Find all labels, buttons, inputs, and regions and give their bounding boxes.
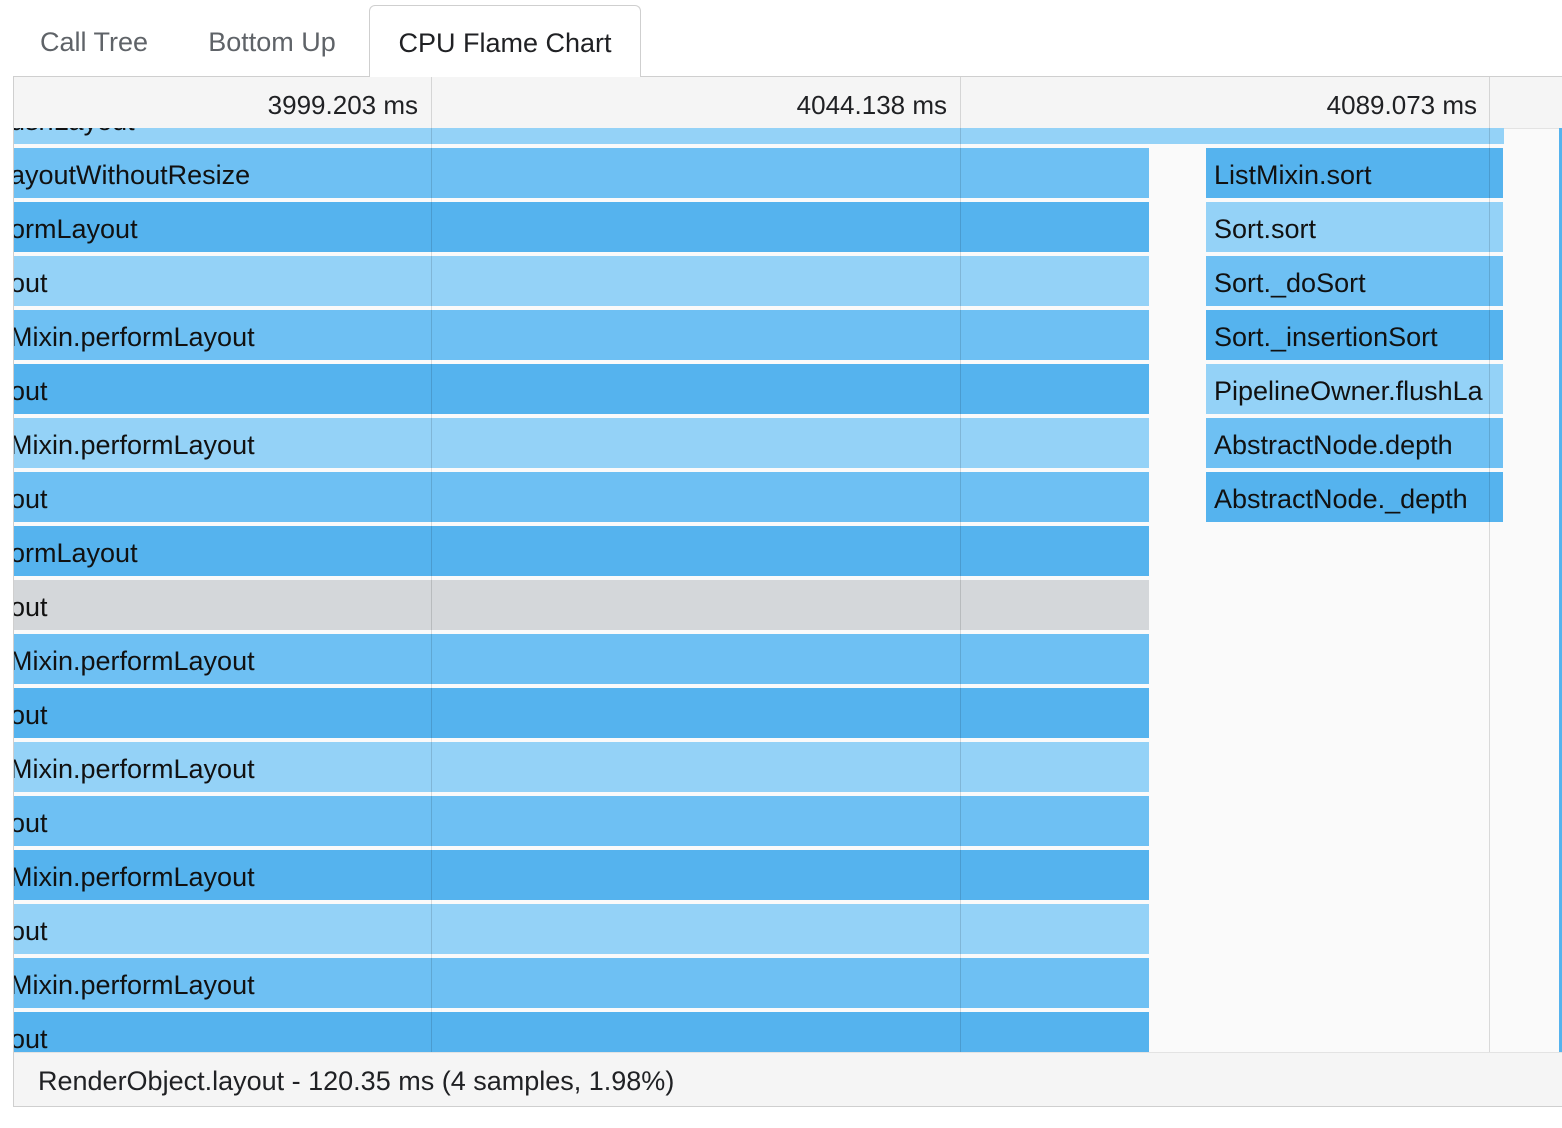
- flame-frame-label: ayoutWithoutResize: [14, 160, 251, 190]
- flame-frame[interactable]: out: [14, 796, 1149, 846]
- flame-frame-label: Mixin.performLayout: [14, 754, 255, 784]
- flame-frame[interactable]: AbstractNode._depth: [1206, 472, 1503, 522]
- flame-frame[interactable]: out: [14, 256, 1149, 306]
- flame-frame-label: PipelineOwner.flushLa: [1214, 376, 1483, 406]
- flame-frame-label: out: [14, 700, 48, 730]
- flame-frame[interactable]: Mixin.performLayout: [14, 418, 1149, 468]
- flame-frame-label: Sort._doSort: [1214, 268, 1366, 298]
- flame-frame[interactable]: out: [14, 904, 1149, 954]
- flame-frame-label: Mixin.performLayout: [14, 970, 255, 1000]
- flame-frame-label: Mixin.performLayout: [14, 322, 255, 352]
- flame-frame-label: ushLayout: [14, 128, 135, 144]
- tab-bottom-up[interactable]: Bottom Up: [180, 5, 364, 76]
- flame-frame[interactable]: Mixin.performLayout: [14, 310, 1149, 360]
- flame-chart-panel: 3999.203 ms 4044.138 ms 4089.073 ms ushL…: [13, 76, 1562, 1107]
- flame-frame[interactable]: Mixin.performLayout: [14, 850, 1149, 900]
- flame-frame-label: out: [14, 1024, 48, 1052]
- flame-frame[interactable]: ormLayout: [14, 526, 1149, 576]
- flame-frame[interactable]: PipelineOwner.flushLa: [1206, 364, 1503, 414]
- flame-frame[interactable]: ListMixin.sort: [1206, 148, 1503, 198]
- flame-frame[interactable]: ushLayout: [14, 128, 1504, 144]
- timeline-ruler: 3999.203 ms 4044.138 ms 4089.073 ms: [14, 77, 1562, 129]
- flame-frame[interactable]: Mixin.performLayout: [14, 634, 1149, 684]
- flame-frame[interactable]: AbstractNode.depth: [1206, 418, 1503, 468]
- tab-cpu-flame-chart[interactable]: CPU Flame Chart: [369, 5, 641, 77]
- flame-frame-label: Mixin.performLayout: [14, 646, 255, 676]
- flame-frame-label: out: [14, 592, 48, 622]
- ruler-tick-label: 4089.073 ms: [1326, 90, 1477, 120]
- flame-frame-label: AbstractNode.depth: [1214, 430, 1453, 460]
- tab-bar: Call Tree Bottom Up CPU Flame Chart: [0, 0, 1562, 77]
- flame-frame-label: ListMixin.sort: [1214, 160, 1372, 190]
- flame-frame[interactable]: out: [14, 364, 1149, 414]
- flame-frame[interactable]: out: [14, 1012, 1149, 1052]
- tab-call-tree[interactable]: Call Tree: [14, 5, 174, 76]
- flame-frame-label: ormLayout: [14, 538, 138, 568]
- flame-frame-label: Sort._insertionSort: [1214, 322, 1438, 352]
- flame-frame[interactable]: Sort._insertionSort: [1206, 310, 1503, 360]
- flame-frame-label: out: [14, 808, 48, 838]
- ruler-tick-label: 3999.203 ms: [267, 90, 418, 120]
- flame-frame[interactable]: Mixin.performLayout: [14, 958, 1149, 1008]
- ruler-tick-label: 4044.138 ms: [796, 90, 947, 120]
- flame-frame[interactable]: Sort.sort: [1206, 202, 1503, 252]
- flame-frame[interactable]: ayoutWithoutResize: [14, 148, 1149, 198]
- flame-frame-label: Mixin.performLayout: [14, 430, 255, 460]
- flame-frame-label: ormLayout: [14, 214, 138, 244]
- flame-frame[interactable]: Mixin.performLayout: [14, 742, 1149, 792]
- flame-frame[interactable]: out: [14, 580, 1149, 630]
- flame-frame-label: out: [14, 484, 48, 514]
- flame-frame-label: out: [14, 916, 48, 946]
- flame-frame-label: out: [14, 376, 48, 406]
- flame-frame-label: Sort.sort: [1214, 214, 1317, 244]
- flame-chart-rows[interactable]: ushLayout ayoutWithoutResize ormLayout out M…: [14, 128, 1562, 1052]
- flame-frame-label: out: [14, 268, 48, 298]
- flame-frame[interactable]: out: [14, 688, 1149, 738]
- flame-frame-label: Mixin.performLayout: [14, 862, 255, 892]
- flame-frame[interactable]: out: [14, 472, 1149, 522]
- flame-frame-label: AbstractNode._depth: [1214, 484, 1468, 514]
- flame-frame[interactable]: ormLayout: [14, 202, 1149, 252]
- selected-frame-status: RenderObject.layout - 120.35 ms (4 sampl…: [14, 1052, 1562, 1106]
- flame-frame[interactable]: Sort._doSort: [1206, 256, 1503, 306]
